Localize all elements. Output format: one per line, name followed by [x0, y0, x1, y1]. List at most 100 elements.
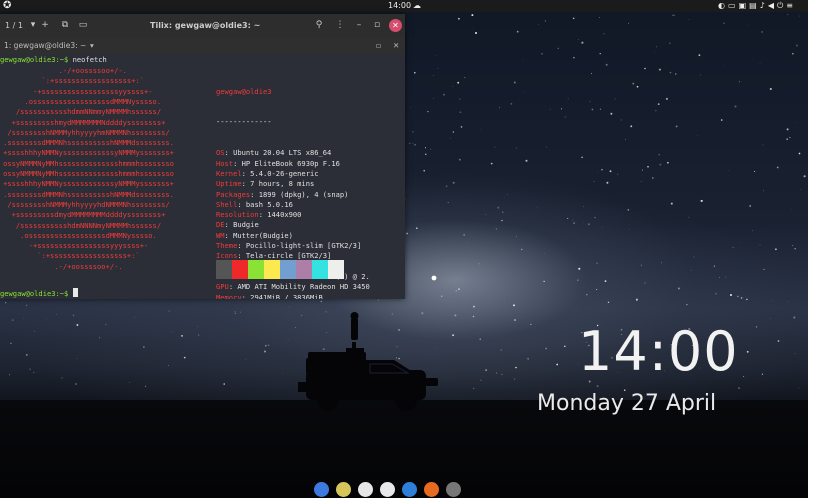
- star: [587, 223, 590, 226]
- star: [762, 190, 765, 192]
- star: [377, 299, 379, 301]
- terminal-output[interactable]: gewgaw@oldie3:~$ neofetch .-/+oossssoo+/…: [0, 54, 405, 299]
- menu-icon[interactable]: ≡: [786, 1, 796, 10]
- palette-swatch: [216, 260, 232, 279]
- terminal-titlebar[interactable]: 1 / 1 ▾ + ⧉ ▭ Tilix: gewgaw@oldie3: ~ ⚲ …: [0, 14, 405, 38]
- star: [433, 75, 434, 76]
- star: [677, 287, 680, 290]
- more-options-icon[interactable]: ⋮: [333, 18, 347, 32]
- star: [530, 323, 532, 326]
- star: [777, 340, 780, 342]
- lock-icon[interactable]: ▤: [749, 1, 760, 10]
- star: [183, 356, 186, 359]
- rhythmbox-icon[interactable]: [336, 482, 351, 497]
- star: [239, 311, 241, 313]
- session-count[interactable]: 1 / 1: [5, 14, 23, 38]
- star: [740, 297, 743, 299]
- star: [457, 81, 460, 84]
- settings-icon[interactable]: [446, 482, 461, 497]
- star: [473, 305, 475, 308]
- chrome-icon[interactable]: [380, 482, 395, 497]
- panel-clock[interactable]: 14:00: [388, 0, 411, 12]
- star: [793, 316, 796, 319]
- star: [669, 42, 671, 44]
- star: [264, 344, 267, 347]
- chevron-down-icon[interactable]: ▾: [90, 38, 94, 54]
- maximize-icon[interactable]: ▫: [370, 18, 384, 32]
- star: [536, 207, 538, 209]
- ascii-logo-line: ossyNMMMNyMMhsssssssssssssshmmmhssssssso: [0, 158, 174, 168]
- close-terminal-icon[interactable]: ✕: [393, 38, 399, 54]
- star: [560, 108, 562, 110]
- palette-swatch: [328, 260, 344, 279]
- terminal-window[interactable]: 1 / 1 ▾ + ⧉ ▭ Tilix: gewgaw@oldie3: ~ ⚲ …: [0, 14, 405, 299]
- star: [630, 125, 633, 128]
- power-icon[interactable]: ⏻: [777, 1, 786, 10]
- software-icon[interactable]: [402, 482, 417, 497]
- star: [688, 217, 690, 218]
- star: [410, 106, 411, 108]
- star: [563, 345, 566, 348]
- shell-prompt: gewgaw@oldie3:~$: [0, 55, 69, 64]
- star: [497, 206, 500, 209]
- star: [737, 295, 739, 298]
- star: [628, 229, 630, 230]
- network-icon[interactable]: ◐: [718, 1, 728, 10]
- star: [765, 229, 766, 231]
- info-row: Resolution: 1440x900: [216, 210, 302, 220]
- display-icon[interactable]: ▣: [739, 1, 750, 10]
- star: [761, 31, 763, 33]
- maximize-terminal-icon[interactable]: ▫: [376, 38, 381, 54]
- info-row: WM: Mutter(Budgie): [216, 230, 293, 240]
- star: [601, 169, 603, 171]
- save-icon[interactable]: ▭: [76, 18, 90, 32]
- star: [479, 338, 481, 340]
- search-icon[interactable]: ⚲: [312, 18, 326, 32]
- new-session-icon[interactable]: ⧉: [58, 18, 72, 32]
- info-value: Pocillo-light-slim [GTK2/3]: [245, 241, 362, 251]
- budgie-menu-icon[interactable]: [314, 482, 329, 497]
- notification-icon[interactable]: ♪: [760, 1, 768, 10]
- star: [423, 169, 426, 172]
- info-key: GPU: [216, 282, 229, 292]
- star: [454, 314, 457, 317]
- star: [723, 65, 724, 67]
- firefox-icon[interactable]: [424, 482, 439, 497]
- files-icon[interactable]: [358, 482, 373, 497]
- star: [776, 166, 779, 169]
- palette-swatch: [280, 260, 296, 279]
- star: [458, 288, 460, 290]
- palette-swatch: [312, 260, 328, 279]
- star: [437, 68, 439, 70]
- lock-clock-time: 14:00: [578, 320, 739, 383]
- star: [289, 307, 291, 308]
- star: [447, 202, 449, 204]
- star: [586, 294, 588, 296]
- add-terminal-icon[interactable]: +: [38, 18, 52, 32]
- ascii-logo-line: .ossssssssssssssssssdMMMNysssso.: [0, 96, 162, 106]
- star: [732, 246, 734, 249]
- info-row: DE: Budgie: [216, 220, 259, 230]
- truck-silhouette: [298, 312, 438, 411]
- minimize-icon[interactable]: –: [352, 18, 366, 32]
- folder-icon[interactable]: ▭: [728, 1, 739, 10]
- close-icon[interactable]: ✕: [389, 19, 402, 32]
- star: [798, 387, 800, 389]
- star: [787, 301, 789, 302]
- ascii-logo-line: `:+ssssssssssssssssss+:`: [0, 251, 140, 261]
- star: [435, 55, 437, 56]
- star: [725, 276, 727, 278]
- session-title[interactable]: 1: gewgaw@oldie3: ~: [4, 38, 86, 54]
- star: [408, 142, 411, 145]
- star: [504, 197, 506, 198]
- star: [445, 185, 448, 188]
- info-key: DE: [216, 220, 225, 230]
- star: [628, 22, 629, 24]
- info-value: Ubuntu 20.04 LTS x86_64: [233, 148, 332, 158]
- volume-icon[interactable]: ◀: [768, 1, 777, 10]
- star: [198, 334, 200, 336]
- star: [658, 154, 660, 156]
- star: [458, 158, 461, 161]
- star: [699, 200, 701, 202]
- budgie-logo-icon[interactable]: ✪: [3, 0, 11, 12]
